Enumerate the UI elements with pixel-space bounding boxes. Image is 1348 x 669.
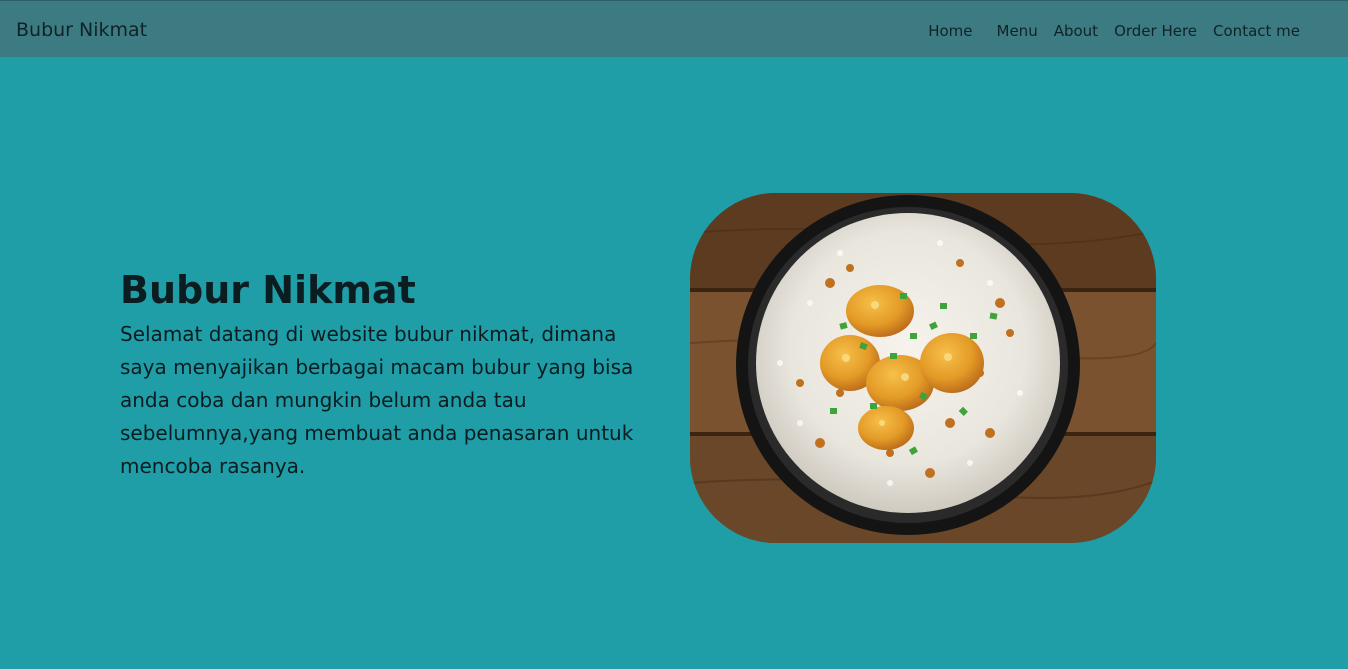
nav-item-home: Home	[928, 21, 972, 40]
hero-title: Bubur Nikmat	[120, 268, 416, 312]
nav-item-contact: Contact me	[1213, 21, 1300, 40]
nav-link-home[interactable]: Home	[928, 22, 972, 40]
navbar: Bubur Nikmat Home Menu About Order Here …	[0, 0, 1348, 57]
nav-link-menu[interactable]: Menu	[997, 22, 1038, 40]
nav-link-contact-me[interactable]: Contact me	[1213, 22, 1300, 40]
nav-link-about[interactable]: About	[1054, 22, 1098, 40]
bubur-bowl-illustration	[690, 193, 1156, 543]
hero-image-bubur	[690, 193, 1156, 543]
nav-link-order-here[interactable]: Order Here	[1114, 22, 1197, 40]
hero-description: Selamat datang di website bubur nikmat, …	[120, 322, 634, 478]
nav-item-order: Order Here	[1114, 21, 1197, 40]
brand-link[interactable]: Bubur Nikmat	[16, 19, 147, 41]
nav-item-about: About	[1054, 21, 1098, 40]
hero-text: Bubur Nikmat Selamat datang di website b…	[120, 266, 660, 483]
nav-item-menu: Menu	[997, 21, 1038, 40]
nav-links: Home Menu About Order Here Contact me	[928, 21, 1300, 40]
